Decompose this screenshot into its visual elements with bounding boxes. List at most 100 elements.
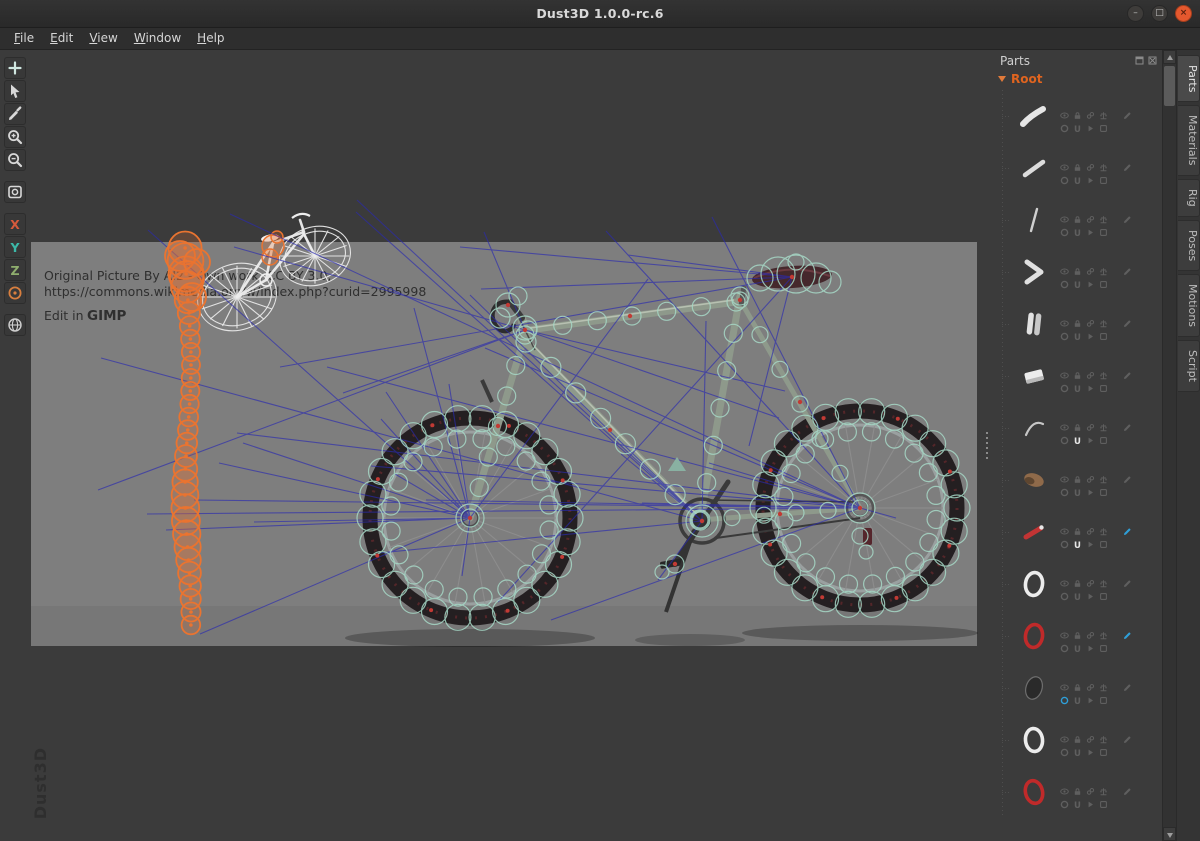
part-row[interactable]: U [990,610,1162,662]
swatch-icon[interactable] [1099,794,1108,803]
lock-icon[interactable] [1073,677,1082,686]
lock-icon[interactable] [1073,781,1082,790]
link-icon[interactable] [1086,365,1095,374]
link-icon[interactable] [1086,781,1095,790]
tab-motions[interactable]: Motions [1178,274,1200,337]
menu-item-help[interactable]: Help [189,29,232,48]
maximize-button[interactable]: □ [1151,5,1168,22]
link-icon[interactable] [1086,677,1095,686]
swatch-icon[interactable] [1099,690,1108,699]
eye-icon[interactable] [1060,157,1069,166]
zoom-out-tool[interactable] [4,149,26,171]
link-icon[interactable] [1086,313,1095,322]
eye-icon[interactable] [1060,573,1069,582]
pencil-icon[interactable] [1123,209,1132,218]
pencil-icon[interactable] [1123,573,1132,582]
scroll-down-button[interactable] [1163,827,1176,841]
eye-icon[interactable] [1060,469,1069,478]
part-row[interactable]: U [990,766,1162,818]
circle-icon[interactable] [1060,378,1069,387]
pencil-icon[interactable] [1123,157,1132,166]
circle-icon[interactable] [1060,274,1069,283]
lock-icon[interactable] [1073,521,1082,530]
u-icon[interactable]: U [1073,170,1082,179]
swatch-icon[interactable] [1099,430,1108,439]
u-icon[interactable]: U [1073,690,1082,699]
circle-icon[interactable] [1060,482,1069,491]
swatch-icon[interactable] [1099,170,1108,179]
tab-materials[interactable]: Materials [1178,105,1200,175]
link-icon[interactable] [1086,417,1095,426]
zoom-in-tool[interactable] [4,126,26,148]
scale-icon[interactable] [1099,261,1108,270]
play-icon[interactable] [1086,326,1095,335]
u-icon[interactable]: U [1073,222,1082,231]
u-icon[interactable]: U [1073,118,1082,127]
link-icon[interactable] [1086,573,1095,582]
x-axis-toggle[interactable]: X [4,213,26,235]
link-icon[interactable] [1086,261,1095,270]
radius-toggle[interactable] [4,282,26,304]
canvas-viewport[interactable]: Original Picture By AI2 - Own work, CC B… [30,50,984,841]
swatch-icon[interactable] [1099,326,1108,335]
part-row[interactable]: U [990,558,1162,610]
part-row[interactable]: U [990,506,1162,558]
pencil-icon[interactable] [1123,105,1132,114]
lock-icon[interactable] [1073,417,1082,426]
part-row[interactable]: U [990,194,1162,246]
tab-rig[interactable]: Rig [1178,179,1200,217]
circle-icon[interactable] [1060,534,1069,543]
part-row[interactable]: U [990,662,1162,714]
scrollbar-thumb[interactable] [1164,66,1175,106]
part-row[interactable]: U [990,246,1162,298]
z-axis-toggle[interactable]: Z [4,259,26,281]
y-axis-toggle[interactable]: Y [4,236,26,258]
circle-icon[interactable] [1060,794,1069,803]
lock-icon[interactable] [1073,729,1082,738]
lock-icon[interactable] [1073,261,1082,270]
part-row[interactable]: U [990,454,1162,506]
close-button[interactable]: × [1175,5,1192,22]
scale-icon[interactable] [1099,365,1108,374]
minimize-button[interactable]: – [1127,5,1144,22]
part-row[interactable]: U [990,298,1162,350]
scroll-up-button[interactable] [1163,50,1176,64]
play-icon[interactable] [1086,430,1095,439]
scale-icon[interactable] [1099,781,1108,790]
circle-icon[interactable] [1060,430,1069,439]
link-icon[interactable] [1086,209,1095,218]
pencil-icon[interactable] [1123,469,1132,478]
swatch-icon[interactable] [1099,638,1108,647]
tab-poses[interactable]: Poses [1178,220,1200,271]
circle-icon[interactable] [1060,638,1069,647]
scale-icon[interactable] [1099,573,1108,582]
menu-item-edit[interactable]: Edit [42,29,81,48]
title-bar[interactable]: Dust3D 1.0.0-rc.6 –□× [0,0,1200,28]
u-icon[interactable]: U [1073,378,1082,387]
part-row[interactable]: U [990,90,1162,142]
tab-parts[interactable]: Parts [1178,55,1200,102]
image-tool[interactable] [4,181,26,203]
menu-item-view[interactable]: View [81,29,125,48]
link-icon[interactable] [1086,729,1095,738]
scale-icon[interactable] [1099,105,1108,114]
lock-icon[interactable] [1073,313,1082,322]
dock-close-icon[interactable] [1148,54,1157,68]
swatch-icon[interactable] [1099,222,1108,231]
swatch-icon[interactable] [1099,534,1108,543]
u-icon[interactable]: U [1073,794,1082,803]
u-icon[interactable]: U [1073,430,1082,439]
lock-icon[interactable] [1073,573,1082,582]
u-icon[interactable]: U [1073,326,1082,335]
play-icon[interactable] [1086,274,1095,283]
circle-icon[interactable] [1060,118,1069,127]
part-row[interactable]: U [990,142,1162,194]
eye-icon[interactable] [1060,677,1069,686]
play-icon[interactable] [1086,378,1095,387]
u-icon[interactable]: U [1073,274,1082,283]
play-icon[interactable] [1086,690,1095,699]
swatch-icon[interactable] [1099,482,1108,491]
select-tool[interactable] [4,80,26,102]
eye-icon[interactable] [1060,521,1069,530]
pencil-icon[interactable] [1123,261,1132,270]
